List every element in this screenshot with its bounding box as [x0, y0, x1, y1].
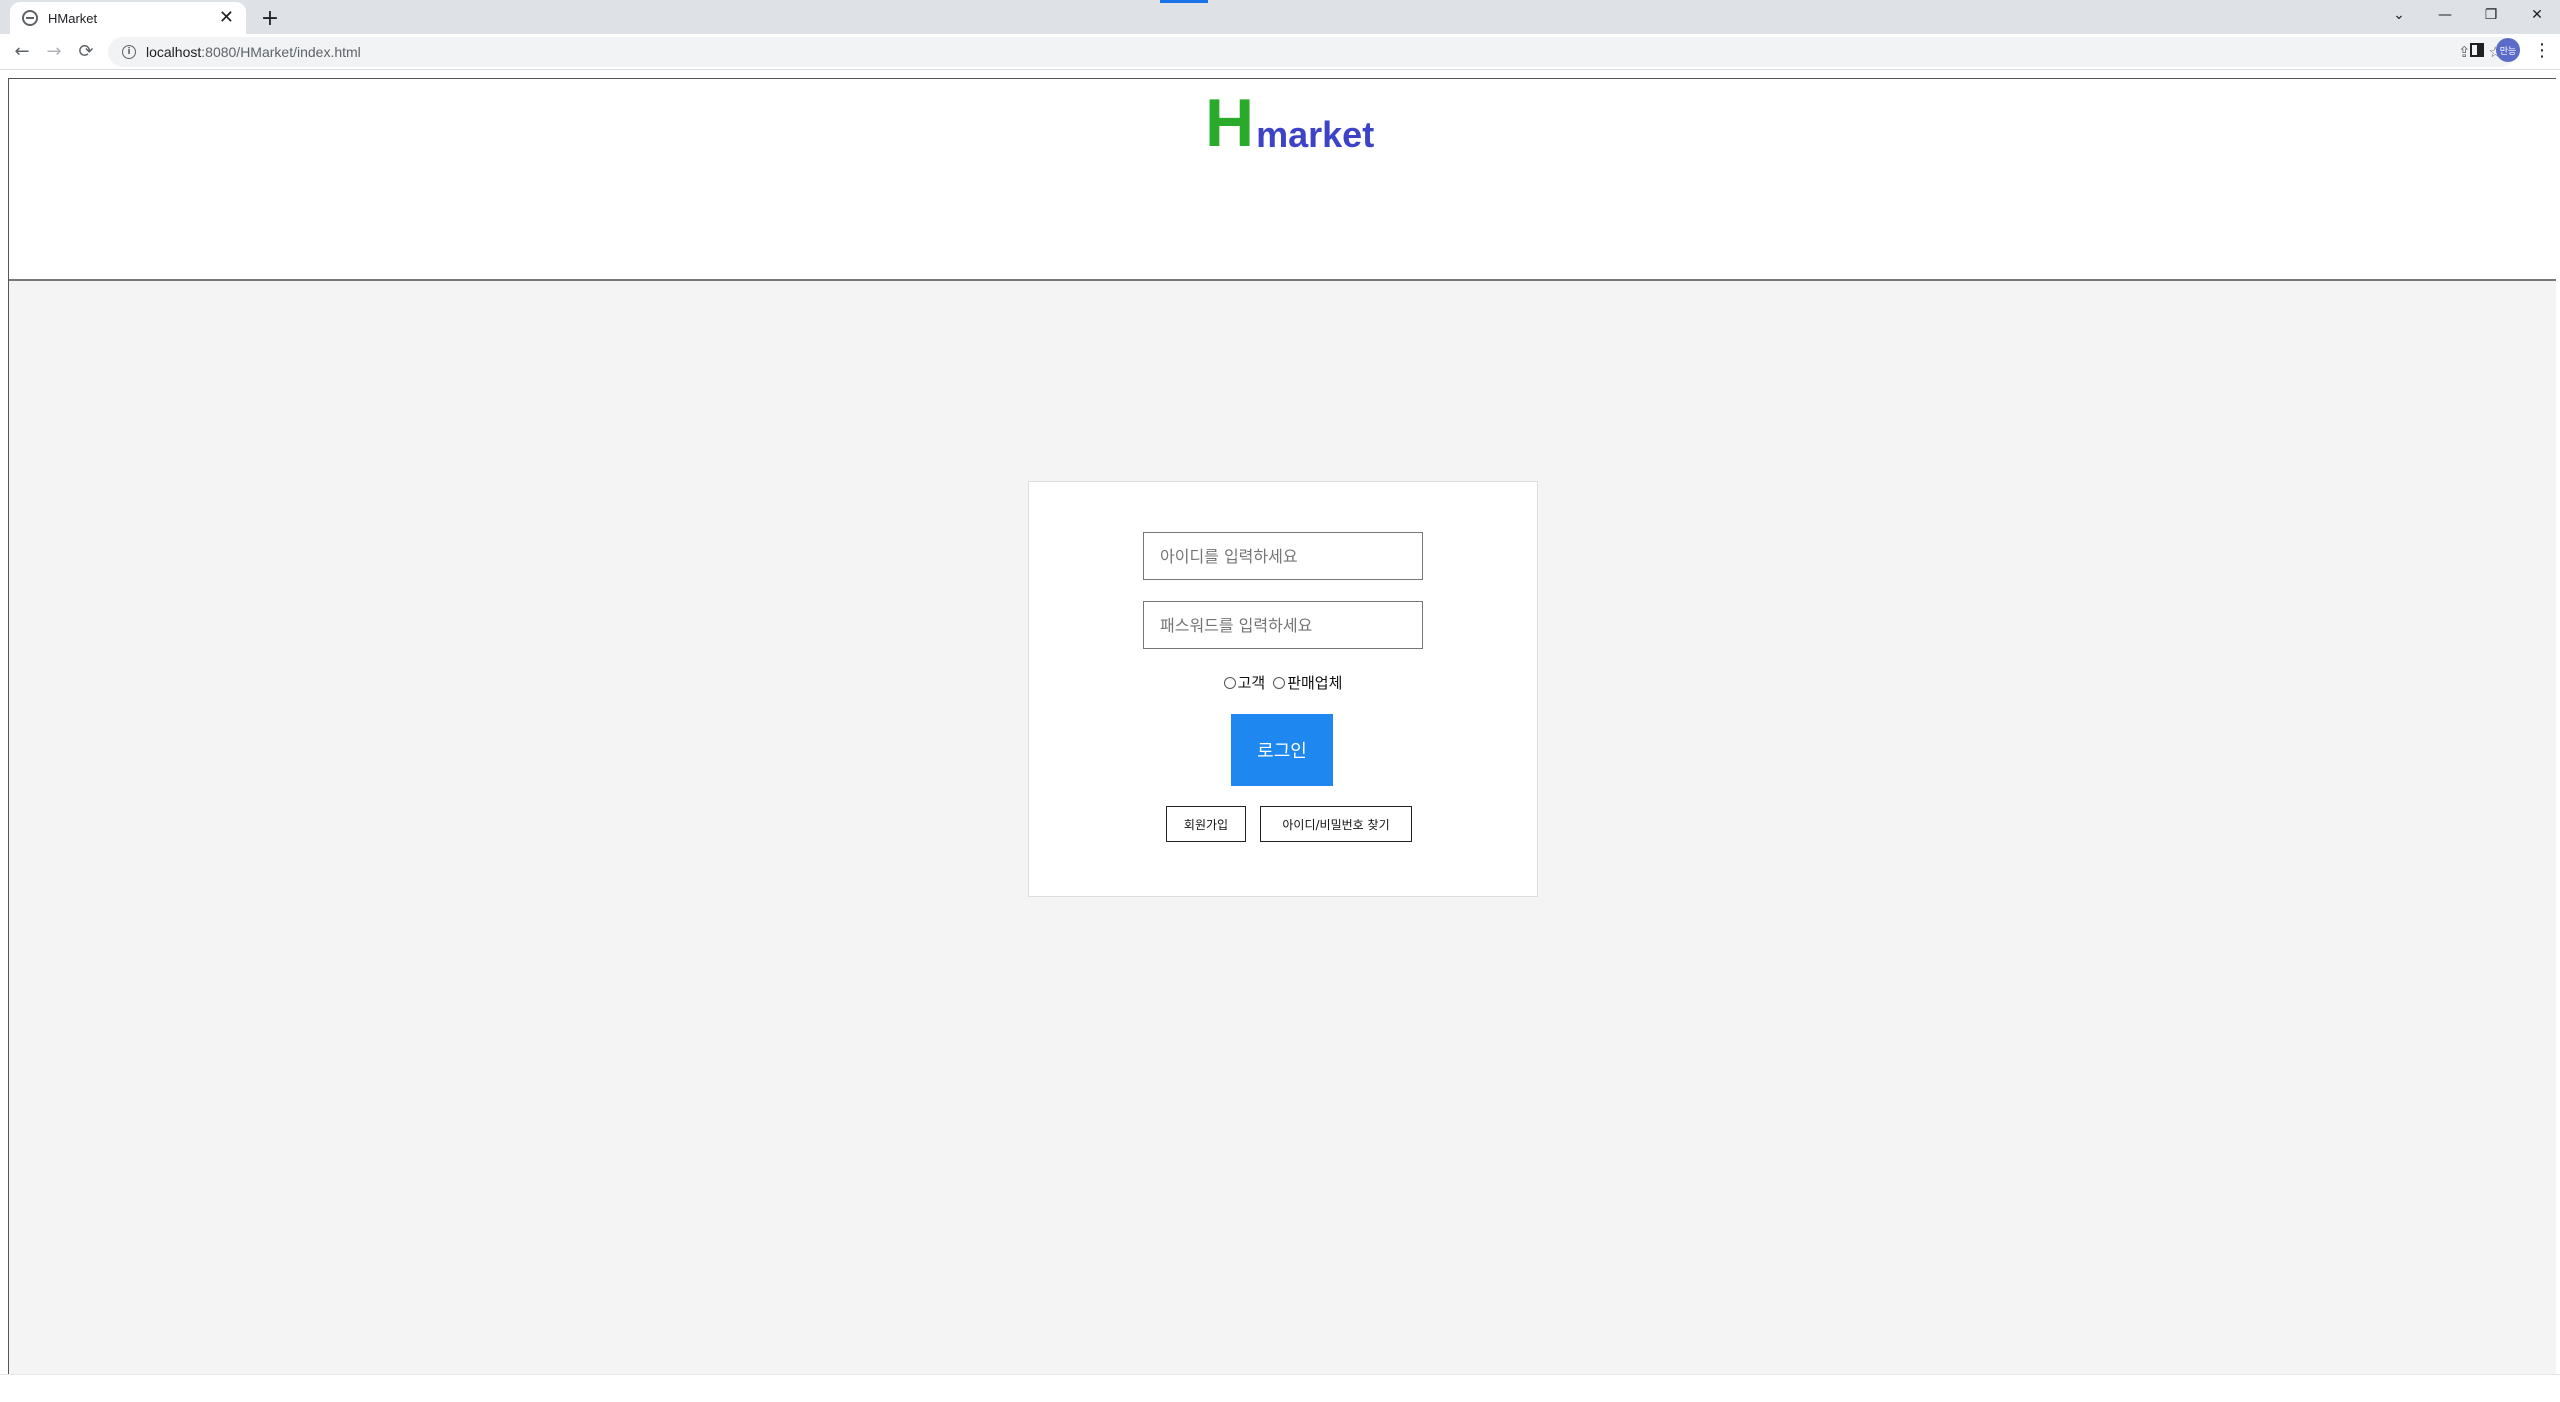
- reload-icon[interactable]: ⟳: [70, 36, 102, 68]
- minimize-button[interactable]: —: [2422, 0, 2468, 30]
- signup-button[interactable]: 회원가입: [1166, 806, 1246, 842]
- window-controls: ⌄ — ❐ ✕: [2376, 0, 2560, 30]
- profile-avatar[interactable]: 만능: [2496, 38, 2520, 62]
- toolbar-right-tools: 만능 ⋮: [2470, 38, 2552, 62]
- tab-strip-indicator: [1160, 0, 1208, 3]
- globe-icon: [22, 10, 38, 26]
- side-panel-icon[interactable]: [2470, 43, 2484, 57]
- forward-arrow-icon[interactable]: →: [38, 36, 70, 68]
- bottom-strip: [0, 1374, 2560, 1402]
- browser-tabbar: HMarket ✕ + ⌄ — ❐ ✕: [0, 0, 2560, 34]
- logo-word-market: market: [1256, 114, 1375, 155]
- tab-title: HMarket: [48, 10, 98, 26]
- radio-customer-circle[interactable]: [1223, 676, 1236, 689]
- login-panel: 고객 판매업체 로그인 회원가입 아이디/비밀번호 찾기: [1028, 481, 1538, 897]
- address-bar[interactable]: i localhost:8080/HMarket/index.html ⇪ ☆: [108, 37, 2516, 67]
- radio-seller[interactable]: 판매업체: [1273, 672, 1342, 693]
- radio-customer[interactable]: 고객: [1223, 672, 1266, 693]
- browser-toolbar: ← → ⟳ i localhost:8080/HMarket/index.htm…: [0, 34, 2560, 70]
- logo-letter-h: H: [1205, 85, 1255, 161]
- radio-customer-label: 고객: [1237, 674, 1266, 692]
- page-viewport: H market 고객 판매업체 로그인: [0, 70, 2560, 1402]
- new-tab-button[interactable]: +: [256, 4, 284, 32]
- back-arrow-icon[interactable]: ←: [6, 36, 38, 68]
- find-account-button[interactable]: 아이디/비밀번호 찾기: [1260, 806, 1412, 842]
- browser-tab-hmarket[interactable]: HMarket ✕: [10, 2, 246, 34]
- url-host: localhost: [146, 44, 202, 60]
- browser-menu-icon[interactable]: ⋮: [2532, 40, 2552, 61]
- page-frame: H market 고객 판매업체 로그인: [8, 78, 2556, 1375]
- tab-close-icon[interactable]: ✕: [219, 9, 234, 27]
- radio-seller-label: 판매업체: [1287, 674, 1343, 692]
- main-content: 고객 판매업체 로그인 회원가입 아이디/비밀번호 찾기: [9, 281, 2556, 1375]
- tab-search-chevron-icon[interactable]: ⌄: [2376, 0, 2422, 30]
- login-button[interactable]: 로그인: [1231, 714, 1333, 786]
- radio-seller-circle[interactable]: [1273, 676, 1286, 689]
- auxiliary-buttons: 회원가입 아이디/비밀번호 찾기: [1029, 806, 1537, 842]
- id-input[interactable]: [1143, 532, 1423, 580]
- hmarket-logo[interactable]: H market: [1205, 89, 1374, 157]
- close-window-button[interactable]: ✕: [2514, 0, 2560, 30]
- site-info-icon[interactable]: i: [122, 45, 136, 59]
- site-header: H market: [9, 79, 2556, 281]
- share-icon[interactable]: ⇪: [2458, 43, 2471, 61]
- restore-button[interactable]: ❐: [2468, 0, 2514, 30]
- member-type-radio-group: 고객 판매업체: [1029, 672, 1537, 693]
- url-path: :8080/HMarket/index.html: [201, 44, 361, 60]
- url-text[interactable]: localhost:8080/HMarket/index.html: [146, 44, 2458, 60]
- password-input[interactable]: [1143, 601, 1423, 649]
